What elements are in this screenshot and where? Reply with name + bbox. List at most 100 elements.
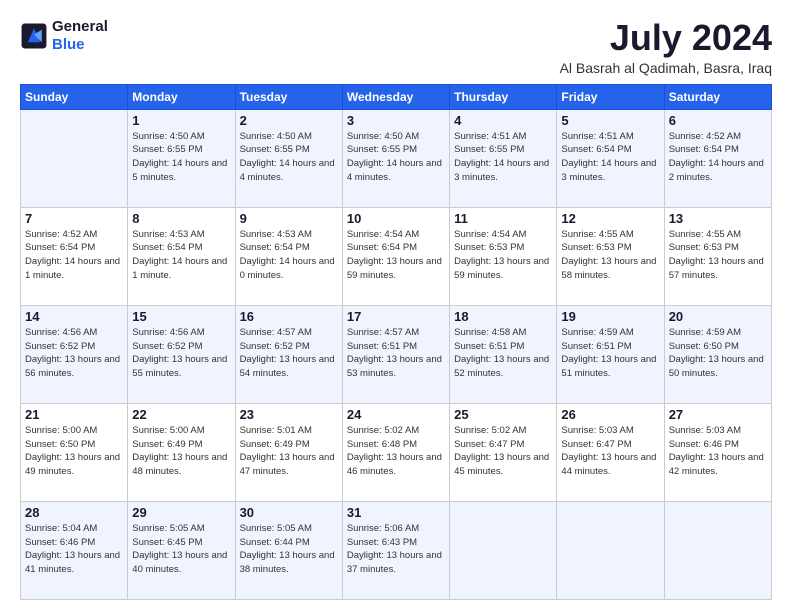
header-tuesday: Tuesday: [235, 84, 342, 109]
logo: General Blue: [20, 18, 108, 54]
logo-line1: General: [52, 18, 108, 36]
day-number: 16: [240, 309, 338, 324]
day-number: 30: [240, 505, 338, 520]
table-row: 25 Sunrise: 5:02 AMSunset: 6:47 PMDayligh…: [450, 403, 557, 501]
day-number: 5: [561, 113, 659, 128]
day-number: 7: [25, 211, 123, 226]
day-info: Sunrise: 4:54 AMSunset: 6:54 PMDaylight:…: [347, 228, 445, 283]
day-number: 8: [132, 211, 230, 226]
logo-line2: Blue: [52, 36, 108, 54]
table-row: 30 Sunrise: 5:05 AMSunset: 6:44 PMDayligh…: [235, 501, 342, 599]
day-number: 18: [454, 309, 552, 324]
day-info: Sunrise: 5:00 AMSunset: 6:49 PMDaylight:…: [132, 424, 230, 479]
day-info: Sunrise: 4:56 AMSunset: 6:52 PMDaylight:…: [25, 326, 123, 381]
table-row: 2 Sunrise: 4:50 AMSunset: 6:55 PMDaylight…: [235, 109, 342, 207]
day-number: 3: [347, 113, 445, 128]
day-number: 31: [347, 505, 445, 520]
day-info: Sunrise: 4:58 AMSunset: 6:51 PMDaylight:…: [454, 326, 552, 381]
day-number: 25: [454, 407, 552, 422]
table-row: 8 Sunrise: 4:53 AMSunset: 6:54 PMDaylight…: [128, 207, 235, 305]
title-block: July 2024 Al Basrah al Qadimah, Basra, I…: [560, 18, 772, 76]
table-row: 22 Sunrise: 5:00 AMSunset: 6:49 PMDayligh…: [128, 403, 235, 501]
day-info: Sunrise: 4:50 AMSunset: 6:55 PMDaylight:…: [132, 130, 230, 185]
table-row: 10Sunrise: 4:54 AMSunset: 6:54 PMDayligh…: [342, 207, 449, 305]
day-number: 20: [669, 309, 767, 324]
day-number: 12: [561, 211, 659, 226]
header-saturday: Saturday: [664, 84, 771, 109]
day-info: Sunrise: 4:55 AMSunset: 6:53 PMDaylight:…: [561, 228, 659, 283]
table-row: 11 Sunrise: 4:54 AMSunset: 6:53 PMDayligh…: [450, 207, 557, 305]
day-number: 11: [454, 211, 552, 226]
day-info: Sunrise: 5:06 AMSunset: 6:43 PMDaylight:…: [347, 522, 445, 577]
day-number: 22: [132, 407, 230, 422]
day-info: Sunrise: 4:59 AMSunset: 6:51 PMDaylight:…: [561, 326, 659, 381]
day-number: 6: [669, 113, 767, 128]
day-info: Sunrise: 4:51 AMSunset: 6:55 PMDaylight:…: [454, 130, 552, 185]
calendar-week-row: 14 Sunrise: 4:56 AMSunset: 6:52 PMDayligh…: [21, 305, 772, 403]
day-number: 1: [132, 113, 230, 128]
calendar-table: Sunday Monday Tuesday Wednesday Thursday…: [20, 84, 772, 600]
day-info: Sunrise: 4:50 AMSunset: 6:55 PMDaylight:…: [347, 130, 445, 185]
day-info: Sunrise: 5:03 AMSunset: 6:46 PMDaylight:…: [669, 424, 767, 479]
header-thursday: Thursday: [450, 84, 557, 109]
day-info: Sunrise: 5:05 AMSunset: 6:44 PMDaylight:…: [240, 522, 338, 577]
table-row: [450, 501, 557, 599]
calendar-week-row: 7Sunrise: 4:52 AMSunset: 6:54 PMDaylight…: [21, 207, 772, 305]
header-friday: Friday: [557, 84, 664, 109]
day-number: 17: [347, 309, 445, 324]
header-monday: Monday: [128, 84, 235, 109]
table-row: 19 Sunrise: 4:59 AMSunset: 6:51 PMDayligh…: [557, 305, 664, 403]
day-number: 27: [669, 407, 767, 422]
day-number: 14: [25, 309, 123, 324]
table-row: 13 Sunrise: 4:55 AMSunset: 6:53 PMDayligh…: [664, 207, 771, 305]
day-info: Sunrise: 4:55 AMSunset: 6:53 PMDaylight:…: [669, 228, 767, 283]
table-row: 23Sunrise: 5:01 AMSunset: 6:49 PMDayligh…: [235, 403, 342, 501]
day-info: Sunrise: 4:51 AMSunset: 6:54 PMDaylight:…: [561, 130, 659, 185]
table-row: 16Sunrise: 4:57 AMSunset: 6:52 PMDayligh…: [235, 305, 342, 403]
day-info: Sunrise: 5:05 AMSunset: 6:45 PMDaylight:…: [132, 522, 230, 577]
table-row: 14 Sunrise: 4:56 AMSunset: 6:52 PMDayligh…: [21, 305, 128, 403]
table-row: [664, 501, 771, 599]
day-number: 19: [561, 309, 659, 324]
table-row: [21, 109, 128, 207]
month-title: July 2024: [560, 18, 772, 58]
day-info: Sunrise: 4:54 AMSunset: 6:53 PMDaylight:…: [454, 228, 552, 283]
logo-icon: [20, 22, 48, 50]
day-number: 2: [240, 113, 338, 128]
day-number: 29: [132, 505, 230, 520]
day-info: Sunrise: 4:52 AMSunset: 6:54 PMDaylight:…: [669, 130, 767, 185]
table-row: 27 Sunrise: 5:03 AMSunset: 6:46 PMDayligh…: [664, 403, 771, 501]
day-info: Sunrise: 5:01 AMSunset: 6:49 PMDaylight:…: [240, 424, 338, 479]
day-info: Sunrise: 4:50 AMSunset: 6:55 PMDaylight:…: [240, 130, 338, 185]
table-row: [557, 501, 664, 599]
table-row: 21 Sunrise: 5:00 AMSunset: 6:50 PMDayligh…: [21, 403, 128, 501]
table-row: 7Sunrise: 4:52 AMSunset: 6:54 PMDaylight…: [21, 207, 128, 305]
page: General Blue July 2024 Al Basrah al Qadi…: [0, 0, 792, 612]
table-row: 5 Sunrise: 4:51 AMSunset: 6:54 PMDaylight…: [557, 109, 664, 207]
day-number: 9: [240, 211, 338, 226]
day-info: Sunrise: 4:53 AMSunset: 6:54 PMDaylight:…: [240, 228, 338, 283]
day-info: Sunrise: 5:00 AMSunset: 6:50 PMDaylight:…: [25, 424, 123, 479]
day-info: Sunrise: 5:02 AMSunset: 6:47 PMDaylight:…: [454, 424, 552, 479]
table-row: 12 Sunrise: 4:55 AMSunset: 6:53 PMDayligh…: [557, 207, 664, 305]
day-info: Sunrise: 5:03 AMSunset: 6:47 PMDaylight:…: [561, 424, 659, 479]
logo-text: General Blue: [52, 18, 108, 54]
day-number: 15: [132, 309, 230, 324]
day-number: 13: [669, 211, 767, 226]
day-info: Sunrise: 4:56 AMSunset: 6:52 PMDaylight:…: [132, 326, 230, 381]
table-row: 18 Sunrise: 4:58 AMSunset: 6:51 PMDayligh…: [450, 305, 557, 403]
calendar-week-row: 21 Sunrise: 5:00 AMSunset: 6:50 PMDayligh…: [21, 403, 772, 501]
table-row: 29 Sunrise: 5:05 AMSunset: 6:45 PMDayligh…: [128, 501, 235, 599]
day-number: 21: [25, 407, 123, 422]
day-info: Sunrise: 5:04 AMSunset: 6:46 PMDaylight:…: [25, 522, 123, 577]
header: General Blue July 2024 Al Basrah al Qadi…: [20, 18, 772, 76]
day-number: 4: [454, 113, 552, 128]
header-wednesday: Wednesday: [342, 84, 449, 109]
table-row: 3 Sunrise: 4:50 AMSunset: 6:55 PMDaylight…: [342, 109, 449, 207]
table-row: 9 Sunrise: 4:53 AMSunset: 6:54 PMDaylight…: [235, 207, 342, 305]
day-info: Sunrise: 4:53 AMSunset: 6:54 PMDaylight:…: [132, 228, 230, 283]
table-row: 24Sunrise: 5:02 AMSunset: 6:48 PMDayligh…: [342, 403, 449, 501]
table-row: 20Sunrise: 4:59 AMSunset: 6:50 PMDayligh…: [664, 305, 771, 403]
day-info: Sunrise: 5:02 AMSunset: 6:48 PMDaylight:…: [347, 424, 445, 479]
table-row: 4 Sunrise: 4:51 AMSunset: 6:55 PMDaylight…: [450, 109, 557, 207]
